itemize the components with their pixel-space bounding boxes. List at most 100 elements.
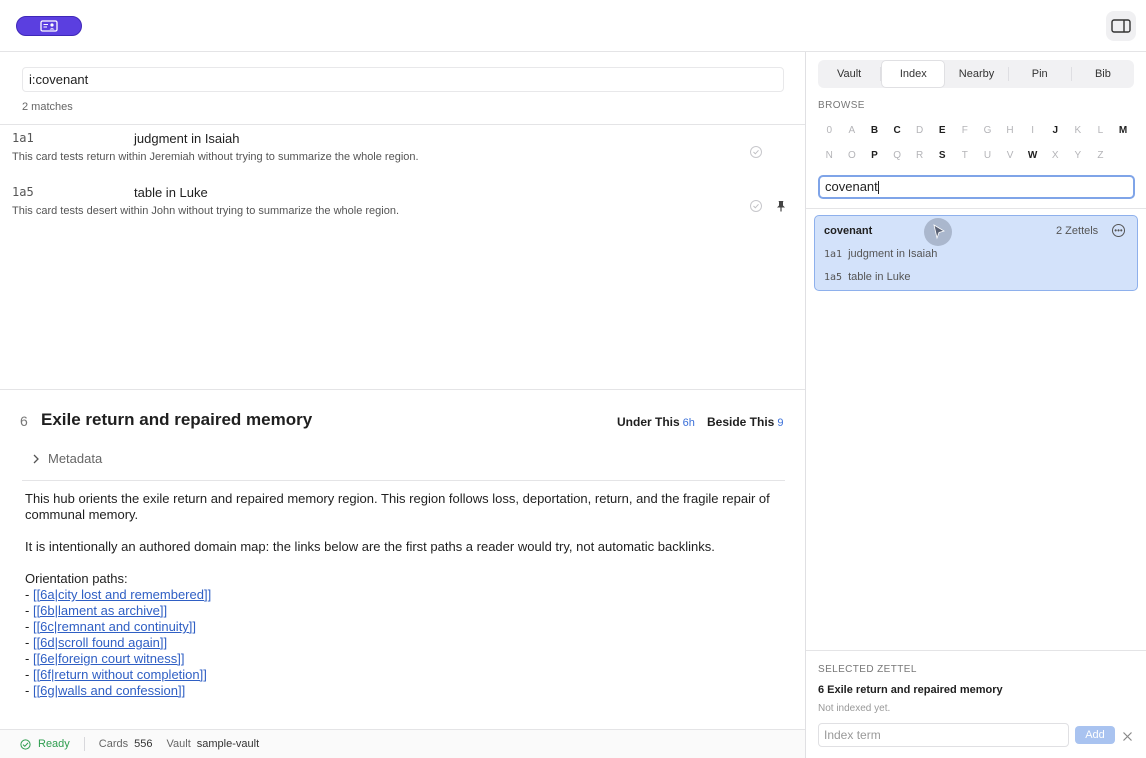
divider [0,389,805,390]
browse-letter: V [1006,150,1014,161]
vault-value: sample-vault [196,738,260,750]
sidebar-icon [1111,19,1131,33]
term-count: 2 Zettels [1056,225,1099,237]
cursor-arrow-icon [933,224,945,240]
divider [806,208,1146,209]
browse-letter[interactable]: C [886,125,909,136]
result-description: This card tests return within Jeremiah w… [12,151,419,163]
tab-vault[interactable]: Vault [818,60,880,88]
check-circle-icon[interactable] [750,146,762,158]
term-name: covenant [824,225,873,237]
chevron-right-icon [33,454,39,463]
browse-letter[interactable]: B [863,125,886,136]
browse-letter: D [916,125,924,136]
body-paragraph: This hub orients the exile return and re… [25,491,770,522]
zettel-link[interactable]: [[6a|city lost and remembered]] [33,587,211,602]
index-term-input[interactable]: Index term [818,723,1069,747]
tab-bib[interactable]: Bib [1072,60,1134,88]
beside-this-link[interactable]: Beside This 9 [707,415,783,429]
browse-letter[interactable]: W [1021,150,1044,161]
browse-letter: 0 [826,125,833,136]
result-row[interactable]: 1a5 table in Luke This card tests desert… [0,179,805,233]
panel-divider [805,52,806,758]
status-ready: Ready [20,738,70,750]
tab-nearby[interactable]: Nearby [945,60,1007,88]
browse-letter: H [1006,125,1014,136]
profile-card-icon [40,20,58,32]
letter-row: 0 ABCDEF G H IJK LM [818,125,1136,136]
tab-pin[interactable]: Pin [1009,60,1071,88]
browse-letter: Y [1074,150,1082,161]
browse-letter: R [916,150,924,161]
result-row[interactable]: 1a1 judgment in Isaiah This card tests r… [0,125,805,179]
browse-letter: K [1074,125,1082,136]
zettel-link[interactable]: [[6f|return without completion]] [33,667,207,682]
zettel-link[interactable]: [[6g|walls and confession]] [33,683,185,698]
cards-value: 556 [134,738,153,750]
zettel-link[interactable]: [[6e|foreign court witness]] [33,651,185,666]
search-input[interactable]: i:covenant [22,67,784,92]
metadata-toggle[interactable]: Metadata [32,451,102,466]
zettel-link[interactable]: [[6d|scroll found again]] [33,635,167,650]
pin-icon[interactable] [775,199,787,212]
zettel-link[interactable]: [[6b|lament as archive]] [33,603,167,618]
add-button[interactable]: Add [1075,726,1115,744]
check-circle-icon[interactable] [750,200,762,212]
match-count: 2 matches [22,101,73,113]
vault-label: Vault [166,738,191,750]
zettel-number: 6 [20,413,28,429]
metadata-label: Metadata [48,451,103,466]
sidebar-toggle-button[interactable] [1106,11,1136,41]
browse-letter: L [1097,125,1104,136]
divider [22,480,785,481]
more-icon[interactable]: ••• [1112,224,1125,237]
body-paragraph: It is intentionally an authored domain m… [25,539,715,554]
zettel-title: Exile return and repaired memory [41,410,313,429]
browse-letter[interactable]: S [931,150,954,161]
selected-zettel-note: Not indexed yet. [818,703,891,714]
close-icon[interactable] [1122,729,1133,741]
cards-label: Cards [98,738,129,750]
status-bar: Ready Cards 556 Vault sample-vault [0,729,805,758]
tab-index[interactable]: Index [881,60,946,88]
browse-letter: T [961,150,968,161]
zettel-link[interactable]: [[6c|remnant and continuity]] [33,619,196,634]
letter-row: N OPQ RST U VWX Y Z [818,150,1136,161]
result-description: This card tests desert within John witho… [12,205,400,217]
zettel-body: This hub orients the exile return and re… [25,491,785,699]
browse-letter[interactable]: M [1112,125,1135,136]
browse-letter[interactable]: J [1044,125,1067,136]
right-top-bar [806,0,1146,52]
result-title: judgment in Isaiah [134,131,240,146]
status-ready-label: Ready [38,738,70,750]
browse-letter: G [983,125,992,136]
browse-letter: U [983,150,992,161]
term-entry[interactable]: 1a5 table in Luke [824,271,910,283]
divider [83,737,85,751]
side-tabs: Vault Index Nearby Pin Bib [818,60,1134,88]
selected-zettel-title: 6 Exile return and repaired memory [818,684,1003,696]
browse-letter[interactable]: E [931,125,954,136]
app-switcher-button[interactable] [16,16,82,36]
check-circle-icon [20,738,31,750]
result-id: 1a1 [12,131,34,145]
browse-letter: Q [893,150,901,161]
result-id: 1a5 [12,185,34,199]
index-term-card[interactable]: covenant 2 Zettels ••• 1a1 judgment in Is… [814,215,1138,291]
selected-zettel-label: SELECTED ZETTEL [818,664,917,675]
divider [806,650,1146,651]
browse-letter: X [1051,150,1059,161]
browse-letter: N [825,150,833,161]
browse-letter[interactable]: P [863,150,886,161]
result-title: table in Luke [134,185,208,200]
browse-letter: O [848,150,856,161]
index-search-input[interactable]: covenant [818,175,1135,199]
under-this-link[interactable]: Under This 6h [617,415,695,429]
orientation-paths: Orientation paths: - [[6a|city lost and … [25,571,785,699]
term-entry[interactable]: 1a1 judgment in Isaiah [824,248,937,260]
browse-label: BROWSE [818,100,865,111]
mouse-cursor [924,218,952,246]
browse-letter: I [1031,125,1035,136]
browse-letter: Z [1097,150,1104,161]
paths-label: Orientation paths: [25,571,128,586]
